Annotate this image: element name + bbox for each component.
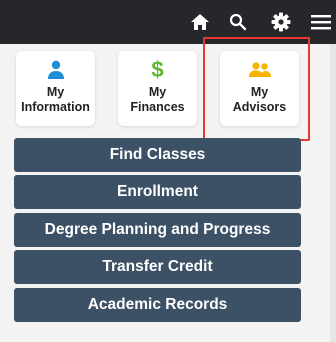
highlight-box <box>203 37 310 141</box>
tile-label-line1: My <box>148 85 167 99</box>
home-icon[interactable] <box>188 10 212 34</box>
tile-label-line2: Finances <box>130 100 185 114</box>
academic-records-button[interactable]: Academic Records <box>14 288 301 322</box>
transfer-credit-button[interactable]: Transfer Credit <box>14 250 301 284</box>
tile-label-line1: My <box>46 85 65 99</box>
my-finances-tile[interactable]: $ My Finances <box>118 51 197 126</box>
enrollment-button[interactable]: Enrollment <box>14 175 301 209</box>
dollar-icon: $ <box>151 57 164 82</box>
search-icon[interactable] <box>226 10 250 34</box>
person-icon <box>47 58 65 82</box>
hamburger-menu-icon[interactable] <box>309 10 333 34</box>
find-classes-button[interactable]: Find Classes <box>14 138 301 172</box>
my-information-tile[interactable]: My Information <box>16 51 95 126</box>
degree-planning-button[interactable]: Degree Planning and Progress <box>14 213 301 247</box>
tile-label-line2: Information <box>21 100 90 114</box>
gear-icon[interactable] <box>269 10 293 34</box>
scrollbar-track[interactable] <box>330 44 336 342</box>
